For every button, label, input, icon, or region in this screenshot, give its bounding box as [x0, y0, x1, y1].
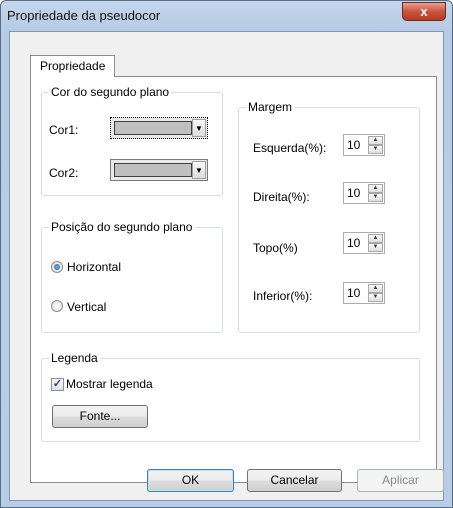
- cor1-label: Cor1:: [49, 123, 79, 137]
- horizontal-radio[interactable]: [51, 261, 63, 273]
- chevron-down-icon[interactable]: ▼: [192, 161, 206, 179]
- check-icon: ✓: [52, 378, 63, 390]
- background-color-legend: Cor do segundo plano: [49, 85, 172, 99]
- title-bar[interactable]: Propriedade da pseudocor x: [1, 1, 452, 31]
- horizontal-label[interactable]: Horizontal: [67, 260, 121, 274]
- dialog-client-area: Propriedade Cor do segundo plano Cor1: ▼…: [9, 31, 444, 501]
- close-button[interactable]: x: [402, 2, 446, 21]
- right-margin-label: Direita(%):: [253, 190, 310, 204]
- chevron-up-icon[interactable]: ▲: [368, 234, 383, 243]
- legend-group: Legenda ✓ Mostrar legenda Fonte...: [41, 351, 420, 442]
- window-title: Propriedade da pseudocor: [7, 8, 161, 23]
- right-margin-spinner[interactable]: 10 ▲ ▼: [343, 182, 385, 204]
- background-position-group: Posição do segundo plano Horizontal Vert…: [41, 220, 223, 333]
- left-margin-label: Esquerda(%):: [253, 141, 327, 155]
- tab-propriedade[interactable]: Propriedade: [30, 55, 116, 77]
- bottom-margin-value[interactable]: 10: [347, 286, 360, 300]
- close-icon: x: [420, 4, 428, 19]
- cor2-swatch: [114, 163, 192, 177]
- top-margin-spinner[interactable]: 10 ▲ ▼: [343, 232, 385, 254]
- cor1-color-select[interactable]: ▼: [110, 117, 208, 139]
- bottom-margin-label: Inferior(%):: [253, 289, 313, 303]
- chevron-down-icon[interactable]: ▼: [368, 243, 383, 252]
- chevron-down-icon[interactable]: ▼: [368, 293, 383, 302]
- chevron-down-icon[interactable]: ▼: [192, 119, 206, 137]
- top-margin-label: Topo(%): [253, 241, 298, 255]
- cancel-button[interactable]: Cancelar: [247, 469, 342, 492]
- margin-legend: Margem: [246, 100, 295, 114]
- chevron-up-icon[interactable]: ▲: [368, 136, 383, 145]
- chevron-up-icon[interactable]: ▲: [368, 284, 383, 293]
- bottom-margin-spinner[interactable]: 10 ▲ ▼: [343, 282, 385, 304]
- cor1-swatch: [114, 121, 192, 135]
- vertical-label[interactable]: Vertical: [67, 300, 106, 314]
- right-margin-value[interactable]: 10: [347, 186, 360, 200]
- left-margin-spinner[interactable]: 10 ▲ ▼: [343, 134, 385, 156]
- background-position-legend: Posição do segundo plano: [49, 220, 195, 234]
- vertical-radio[interactable]: [51, 300, 63, 312]
- ok-button[interactable]: OK: [147, 469, 234, 492]
- margin-group: Margem Esquerda(%): 10 ▲ ▼ Direita(%): 1…: [238, 100, 420, 333]
- show-legend-label[interactable]: Mostrar legenda: [66, 377, 153, 391]
- cor2-color-select[interactable]: ▼: [110, 159, 208, 181]
- background-color-group: Cor do segundo plano Cor1: ▼ Cor2: ▼: [41, 85, 223, 196]
- font-button[interactable]: Fonte...: [52, 405, 148, 428]
- top-margin-value[interactable]: 10: [347, 236, 360, 250]
- apply-button[interactable]: Aplicar: [357, 469, 444, 492]
- tab-panel: Cor do segundo plano Cor1: ▼ Cor2: ▼ Pos…: [30, 76, 437, 483]
- dialog-window: Propriedade da pseudocor x Propriedade C…: [0, 0, 453, 508]
- chevron-down-icon[interactable]: ▼: [368, 145, 383, 154]
- cor2-label: Cor2:: [49, 166, 79, 180]
- chevron-down-icon[interactable]: ▼: [368, 193, 383, 202]
- chevron-up-icon[interactable]: ▲: [368, 184, 383, 193]
- show-legend-checkbox[interactable]: ✓: [51, 378, 64, 391]
- legend-group-title: Legenda: [49, 351, 100, 365]
- left-margin-value[interactable]: 10: [347, 138, 360, 152]
